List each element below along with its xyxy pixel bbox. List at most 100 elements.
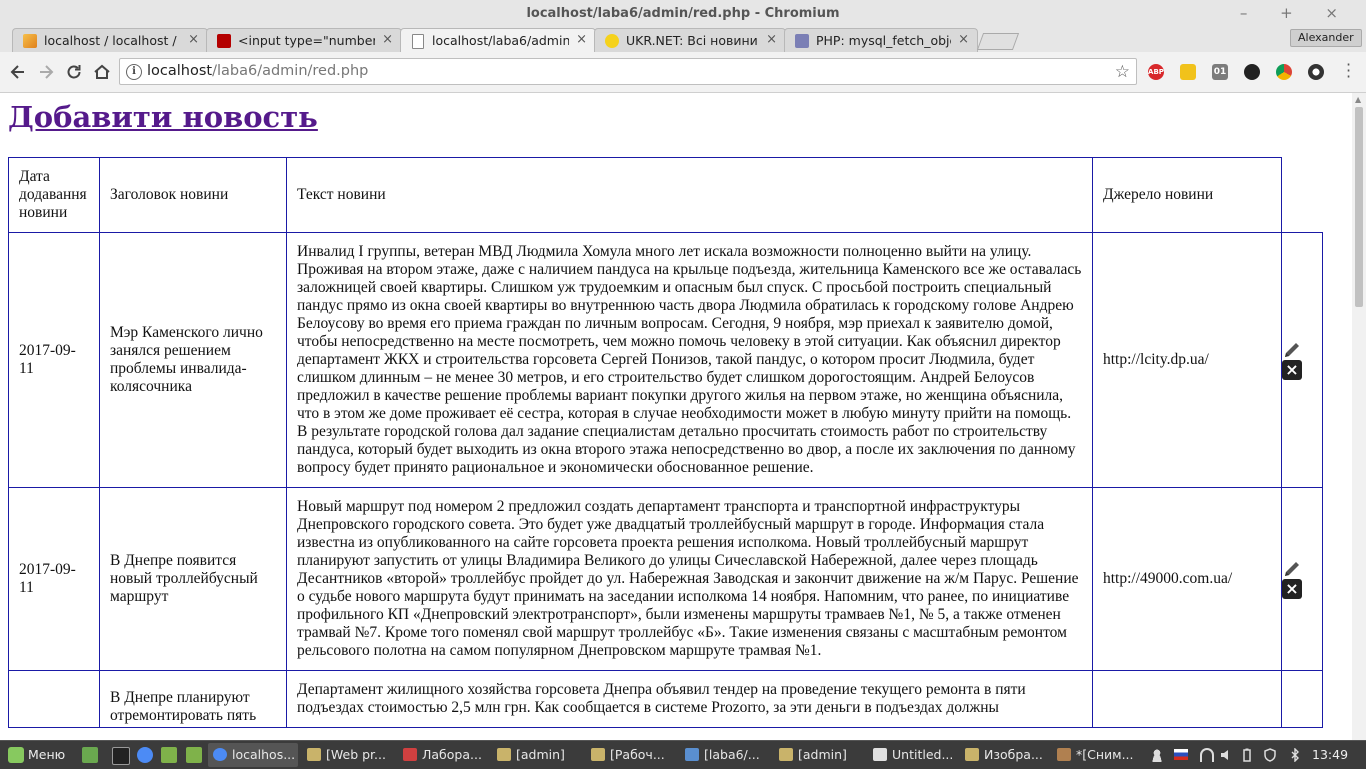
bookmark-star-icon[interactable]: ☆ — [1115, 62, 1130, 82]
files-icon[interactable] — [161, 747, 177, 763]
reload-icon — [67, 65, 81, 79]
task-lab-doc[interactable]: Лабора... — [398, 743, 490, 767]
start-menu-label: Меню — [28, 747, 66, 762]
profile-button[interactable]: Alexander — [1290, 29, 1362, 47]
task-laba6-editor[interactable]: [laba6/... — [680, 743, 772, 767]
header-date: Дата додавання новини — [8, 157, 100, 233]
clock[interactable]: 13:49 — [1312, 745, 1348, 765]
chromium-icon — [213, 748, 227, 761]
info-icon[interactable]: i — [126, 64, 142, 80]
header-source: Джерело новини — [1092, 157, 1282, 233]
folder-icon[interactable] — [186, 747, 202, 763]
page-scrollbar[interactable]: ▲ — [1352, 93, 1366, 740]
row-source: http://lcity.dp.ua/ — [1092, 232, 1282, 488]
address-bar[interactable]: i localhost/laba6/admin/red.php ☆ — [119, 58, 1137, 85]
paw-ext-icon[interactable] — [1244, 64, 1260, 80]
menu-dots-icon[interactable]: · · · — [1346, 57, 1351, 85]
mint-logo-icon — [8, 747, 24, 763]
task-label: [admin] — [798, 747, 847, 762]
tab-label: localhost / localhost / nc — [44, 33, 181, 48]
row-title: В Днепре планируют отремонтировать пять — [99, 670, 287, 728]
bluetooth-icon[interactable] — [1288, 747, 1302, 763]
start-menu-button[interactable]: Меню — [4, 745, 65, 765]
task-untitled[interactable]: Untitled... — [868, 743, 960, 767]
url-host: localhost — [147, 63, 213, 79]
tab-phpmyadmin[interactable]: localhost / localhost / nc × — [12, 28, 208, 52]
table-row: 2017-09-11 Мэр Каменского лично занялся … — [8, 232, 1323, 488]
row-title: Мэр Каменского лично занялся решением пр… — [99, 232, 287, 488]
pencil-icon[interactable] — [1282, 559, 1302, 579]
browser-icon[interactable] — [137, 747, 153, 763]
forward-button[interactable] — [36, 62, 56, 82]
close-icon[interactable]: × — [958, 32, 969, 47]
table-header-row: Дата додавання новини Заголовок новини Т… — [8, 157, 1323, 233]
editor-icon — [685, 748, 699, 761]
table-row: В Днепре планируют отремонтировать пять … — [8, 670, 1323, 728]
tab-red-php[interactable]: localhost/laba6/admin/r × — [400, 28, 596, 53]
browser-toolbar: i localhost/laba6/admin/red.php ☆ ABP 01… — [0, 52, 1366, 93]
delete-icon[interactable]: × — [1282, 360, 1302, 380]
scroll-up-icon[interactable]: ▲ — [1355, 95, 1361, 104]
scrollbar-thumb[interactable] — [1355, 107, 1363, 307]
user-icon[interactable] — [1150, 748, 1164, 762]
close-icon[interactable]: × — [382, 32, 393, 47]
task-admin-folder-2[interactable]: [admin] — [774, 743, 866, 767]
window-title: localhost/laba6/admin/red.php - Chromium — [526, 6, 840, 21]
volume-icon[interactable] — [1220, 748, 1234, 762]
header-text: Текст новини — [286, 157, 1093, 233]
ukrnet-icon — [605, 34, 619, 48]
abp-icon[interactable]: ABP — [1148, 64, 1164, 80]
close-icon[interactable]: × — [576, 32, 587, 47]
header-title: Заголовок новини — [99, 157, 287, 233]
url-path: /laba6/admin/red.php — [212, 63, 369, 79]
close-icon[interactable]: × — [188, 32, 199, 47]
home-button[interactable] — [92, 62, 112, 82]
task-localhost[interactable]: localhos... — [208, 743, 298, 767]
bookmark-ext-icon[interactable] — [1180, 64, 1196, 80]
show-desktop-icon[interactable] — [82, 747, 98, 763]
chrome-ext-icon[interactable] — [1276, 64, 1292, 80]
task-desktop-folder[interactable]: [Рабоч... — [586, 743, 678, 767]
keyboard-layout-icon[interactable] — [1174, 749, 1188, 760]
folder-icon — [497, 748, 511, 761]
home-icon — [94, 64, 110, 79]
terminal-icon[interactable] — [112, 747, 130, 765]
folder-icon — [779, 748, 793, 761]
window-controls[interactable]: – + × — [1240, 4, 1352, 22]
tab-input-number[interactable]: <input type="number"> × — [206, 28, 402, 52]
add-news-link[interactable]: Добавити новость — [8, 100, 318, 134]
row-source: http://49000.com.ua/ — [1092, 487, 1282, 671]
tab-strip: localhost / localhost / nc × <input type… — [0, 28, 1366, 53]
close-icon[interactable]: × — [766, 32, 777, 47]
task-web-project[interactable]: [Web pr... — [302, 743, 394, 767]
arrow-right-icon — [40, 65, 54, 79]
row-text: Новый маршрут под номером 2 предложил со… — [286, 487, 1093, 671]
row-source — [1092, 670, 1282, 728]
page-icon — [412, 34, 424, 49]
tab-label: localhost/laba6/admin/r — [432, 33, 569, 48]
pencil-icon[interactable] — [1282, 340, 1302, 360]
tab-ukrnet[interactable]: UKR.NET: Всі новини У × — [594, 28, 786, 52]
task-screenshot[interactable]: *[Сним... — [1052, 743, 1144, 767]
text-file-icon — [873, 748, 887, 761]
table-row: 2017-09-11 В Днепре появится новый тролл… — [8, 487, 1323, 671]
shield-icon[interactable] — [1263, 748, 1277, 762]
back-button[interactable] — [8, 62, 28, 82]
new-tab-button[interactable] — [976, 33, 1020, 50]
delete-icon[interactable]: × — [1282, 579, 1302, 599]
window-titlebar: localhost/laba6/admin/red.php - Chromium… — [0, 0, 1366, 28]
tab-php-manual[interactable]: PHP: mysql_fetch_objec × — [784, 28, 978, 52]
row-actions: × — [1281, 232, 1323, 488]
task-admin-folder[interactable]: [admin] — [492, 743, 584, 767]
reload-button[interactable] — [64, 62, 84, 82]
news-table: Дата додавання новини Заголовок новини Т… — [8, 157, 1323, 728]
battery-icon[interactable] — [1240, 748, 1254, 762]
tab-label: PHP: mysql_fetch_objec — [816, 33, 951, 48]
task-label: *[Сним... — [1076, 747, 1134, 762]
counter-ext-icon[interactable]: 01 — [1212, 64, 1228, 80]
task-images-folder[interactable]: Изобра... — [960, 743, 1052, 767]
wifi-icon[interactable] — [1200, 748, 1214, 762]
row-date: 2017-09-11 — [8, 487, 100, 671]
ball-ext-icon[interactable] — [1308, 64, 1324, 80]
taskbar: Меню localhos... [Web pr... Лабора... [a… — [0, 740, 1366, 769]
